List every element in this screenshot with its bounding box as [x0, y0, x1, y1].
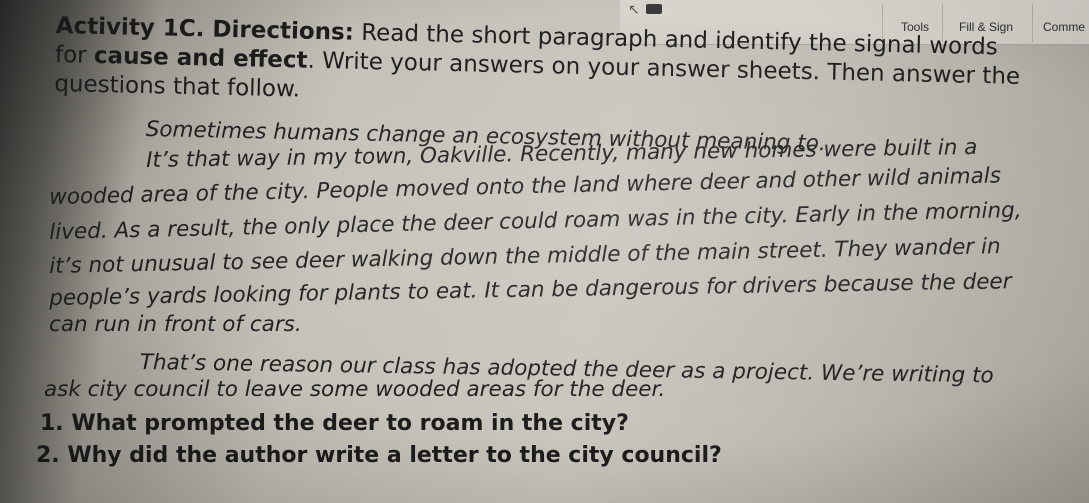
- passage-line: ask city council to leave some wooded ar…: [44, 377, 666, 402]
- instruction-emphasis: cause and effect: [93, 42, 308, 74]
- comment-button[interactable]: Comme: [1043, 20, 1085, 34]
- question-item: 2. Why did the author write a letter to …: [36, 443, 722, 468]
- passage-line: can run in front of cars.: [49, 312, 302, 337]
- cursor-icon[interactable]: ↖: [628, 2, 640, 18]
- page: { "toolbar": { "tools_label": "Tools", "…: [0, 0, 1089, 503]
- question-item: 1. What prompted the deer to roam in the…: [40, 411, 629, 436]
- activity-title: Activity 1C. Directions:: [55, 12, 355, 46]
- comment-icon[interactable]: [646, 4, 662, 14]
